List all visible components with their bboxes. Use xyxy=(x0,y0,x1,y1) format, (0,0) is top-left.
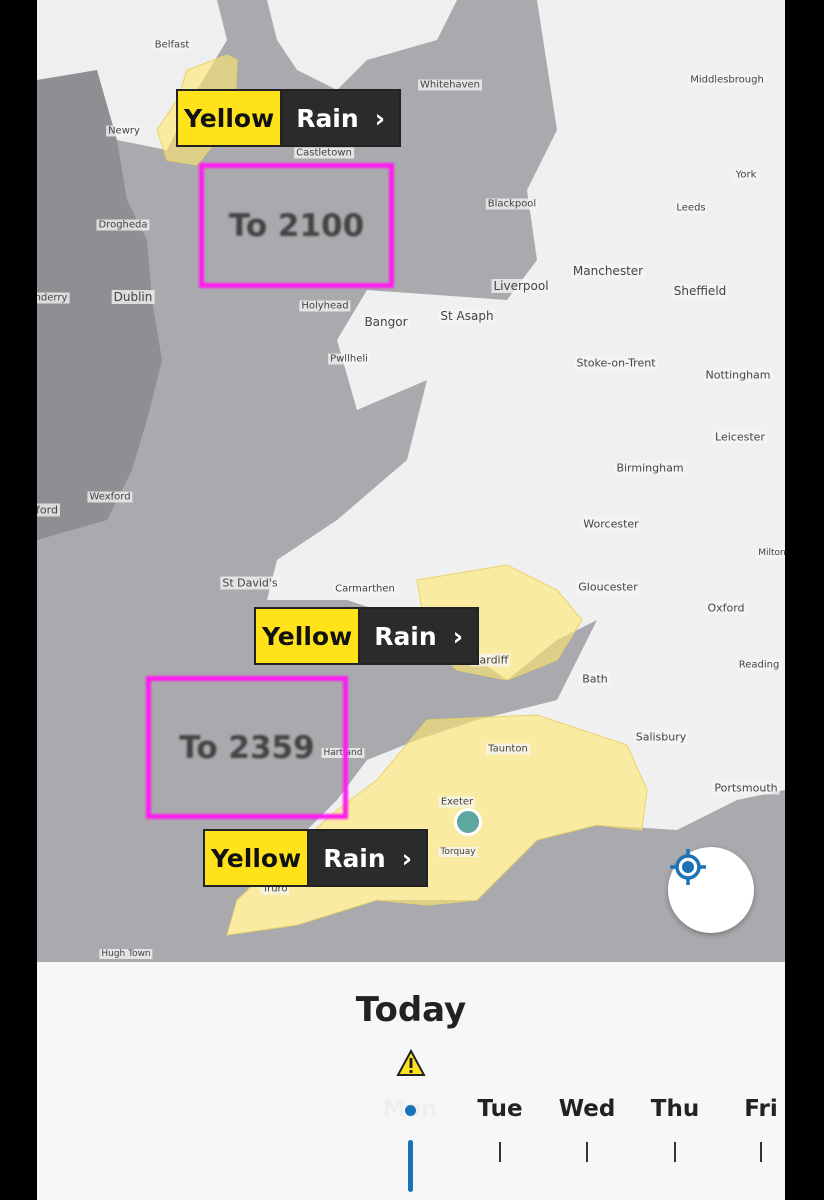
place-label: Worcester xyxy=(581,517,641,531)
warning-pill-wales[interactable]: Yellow Rain › xyxy=(254,607,479,665)
warning-level: Yellow xyxy=(205,831,310,885)
warning-type: Rain › xyxy=(360,609,477,663)
screen: Belfast Newry Whitehaven Middlesbrough C… xyxy=(37,0,785,1200)
place-label: Drogheda xyxy=(96,219,150,231)
place-label: Castletown xyxy=(294,147,354,159)
place-label: Birmingham xyxy=(614,461,686,475)
place-label: Milton xyxy=(756,548,785,558)
place-label: York xyxy=(733,169,759,181)
place-label: Dublin xyxy=(111,290,155,304)
place-label: Holyhead xyxy=(299,300,351,312)
place-label: Wexford xyxy=(87,491,133,503)
selected-day-dot xyxy=(405,1105,416,1116)
until-text: To 2100 xyxy=(228,207,365,244)
warning-until-wales: To 2359 xyxy=(146,676,348,819)
place-label: Bangor xyxy=(362,315,410,329)
day-wed[interactable]: Wed xyxy=(559,1096,616,1122)
place-label: Whitehaven xyxy=(418,79,482,91)
place-label: Nottingham xyxy=(703,368,773,382)
place-label: Pwllheli xyxy=(328,353,370,365)
scotland-land xyxy=(267,0,457,90)
timeline-tick xyxy=(760,1142,762,1162)
timeline-tick xyxy=(674,1142,676,1162)
place-label: Newry xyxy=(106,125,142,137)
warning-type-label: Rain xyxy=(374,621,437,651)
place-label: Gloucester xyxy=(576,580,640,594)
place-label: Torquay xyxy=(438,847,478,857)
place-label: Manchester xyxy=(570,264,646,278)
place-label: Bath xyxy=(580,672,610,686)
place-label: Salisbury xyxy=(633,730,689,744)
place-label: Stoke-on-Trent xyxy=(574,356,658,370)
warning-type-label: Rain xyxy=(296,103,359,133)
place-label: St Asaph xyxy=(438,309,496,323)
warning-triangle-icon xyxy=(396,1049,426,1076)
warning-type: Rain › xyxy=(309,831,426,885)
timeline-tick xyxy=(586,1142,588,1162)
place-label: Belfast xyxy=(152,39,192,51)
place-label: Sheffield xyxy=(671,284,729,298)
my-location-icon xyxy=(670,849,706,885)
warning-type-label: Rain xyxy=(323,843,386,873)
place-label: St David's xyxy=(220,576,280,590)
place-label: Taunton xyxy=(486,743,530,755)
place-label: Middlesbrough xyxy=(688,74,766,86)
place-label: Liverpool xyxy=(491,279,551,293)
warning-type: Rain › xyxy=(282,91,399,145)
place-label: Hugh Town xyxy=(99,949,153,959)
day-thu[interactable]: Thu xyxy=(651,1096,699,1122)
place-label: Reading xyxy=(736,659,782,671)
timeline-title: Today xyxy=(355,990,467,1030)
place-label: Portsmouth xyxy=(712,781,780,795)
day-fri[interactable]: Fri xyxy=(744,1096,777,1122)
chevron-right-icon: › xyxy=(374,103,385,133)
warning-pill-north[interactable]: Yellow Rain › xyxy=(176,89,401,147)
timeline-tick xyxy=(499,1142,501,1162)
day-tue[interactable]: Tue xyxy=(477,1096,522,1122)
timeline-slider-handle[interactable] xyxy=(408,1140,413,1192)
warning-pill-southwest[interactable]: Yellow Rain › xyxy=(203,829,428,887)
my-location-button[interactable] xyxy=(668,847,754,933)
place-label: Leicester xyxy=(713,430,767,444)
until-text: To 2359 xyxy=(179,729,315,766)
place-label: Leeds xyxy=(674,202,708,214)
place-label: Carmarthen xyxy=(333,583,397,595)
warning-level: Yellow xyxy=(256,609,361,663)
warning-until-north: To 2100 xyxy=(199,163,394,288)
current-location-marker xyxy=(454,808,482,836)
place-label: nderry xyxy=(37,292,70,304)
warning-level: Yellow xyxy=(178,91,283,145)
chevron-right-icon: › xyxy=(401,843,412,873)
place-label: Oxford xyxy=(705,601,747,615)
place-label: ford xyxy=(37,503,60,517)
place-label: Exeter xyxy=(438,796,476,808)
place-label: Blackpool xyxy=(485,198,539,210)
chevron-right-icon: › xyxy=(452,621,463,651)
map[interactable]: Belfast Newry Whitehaven Middlesbrough C… xyxy=(37,0,785,962)
